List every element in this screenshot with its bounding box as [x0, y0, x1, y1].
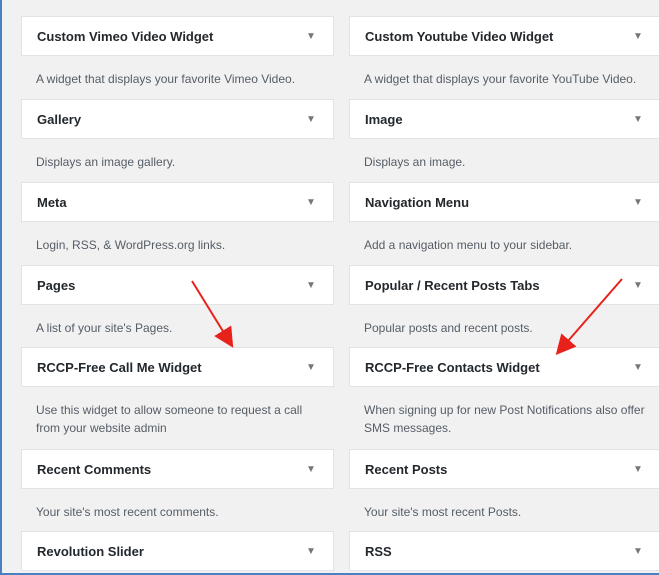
widget-description: Your site's most recent comments.	[36, 505, 219, 519]
widget-title-bar[interactable]: Custom Youtube Video Widget ▼	[349, 16, 659, 56]
widget-title-bar[interactable]: Recent Posts ▼	[349, 449, 659, 489]
chevron-down-icon[interactable]: ▼	[301, 362, 321, 373]
widget-description: A widget that displays your favorite You…	[364, 72, 637, 86]
chevron-down-icon[interactable]: ▼	[301, 280, 321, 291]
widget-panel: Custom Vimeo Video Widget ▼ A widget tha…	[0, 0, 659, 575]
chevron-down-icon[interactable]: ▼	[628, 197, 648, 208]
widget-description: Login, RSS, & WordPress.org links.	[36, 238, 226, 252]
widget-title-bar[interactable]: Recent Comments ▼	[21, 449, 334, 489]
widget-description: Popular posts and recent posts.	[364, 321, 533, 335]
widget-name: Revolution Slider	[37, 543, 144, 559]
chevron-down-icon[interactable]: ▼	[301, 197, 321, 208]
widget-title-bar[interactable]: Pages ▼	[21, 265, 334, 305]
widget-description: A list of your site's Pages.	[36, 321, 173, 335]
chevron-down-icon[interactable]: ▼	[628, 280, 648, 291]
widget-description: Displays an image.	[364, 155, 466, 169]
widget-description: Your site's most recent Posts.	[364, 505, 522, 519]
chevron-down-icon[interactable]: ▼	[628, 464, 648, 475]
widget-name: Recent Posts	[365, 461, 448, 477]
widget-description: When signing up for new Post Notificatio…	[364, 403, 645, 435]
chevron-down-icon[interactable]: ▼	[301, 546, 321, 557]
chevron-down-icon[interactable]: ▼	[301, 464, 321, 475]
widget-description: Add a navigation menu to your sidebar.	[364, 238, 573, 252]
widget-name: RCCP-Free Call Me Widget	[37, 359, 202, 375]
widget-name: Gallery	[37, 111, 82, 127]
chevron-down-icon[interactable]: ▼	[301, 114, 321, 125]
widget-title-bar[interactable]: RCCP-Free Call Me Widget ▼	[21, 347, 334, 387]
widget-title-bar[interactable]: RCCP-Free Contacts Widget ▼	[349, 347, 659, 387]
chevron-down-icon[interactable]: ▼	[628, 546, 648, 557]
widget-title-bar[interactable]: RSS ▼	[349, 531, 659, 571]
chevron-down-icon[interactable]: ▼	[301, 31, 321, 42]
widget-title-bar[interactable]: Meta ▼	[21, 182, 334, 222]
chevron-down-icon[interactable]: ▼	[628, 31, 648, 42]
widget-description: Use this widget to allow someone to requ…	[36, 403, 303, 435]
widget-name: RCCP-Free Contacts Widget	[365, 359, 540, 375]
widget-name: Image	[365, 111, 403, 127]
widget-name: Custom Youtube Video Widget	[365, 28, 554, 44]
widget-name: Recent Comments	[37, 461, 152, 477]
widget-title-bar[interactable]: Gallery ▼	[21, 99, 334, 139]
widget-title-bar[interactable]: Custom Vimeo Video Widget ▼	[21, 16, 334, 56]
widget-title-bar[interactable]: Revolution Slider ▼	[21, 531, 334, 571]
widget-title-bar[interactable]: Image ▼	[349, 99, 659, 139]
chevron-down-icon[interactable]: ▼	[628, 114, 648, 125]
widget-description: A widget that displays your favorite Vim…	[36, 72, 296, 86]
widget-name: Pages	[37, 277, 76, 293]
widget-description: Displays an image gallery.	[36, 155, 176, 169]
widget-title-bar[interactable]: Navigation Menu ▼	[349, 182, 659, 222]
chevron-down-icon[interactable]: ▼	[628, 362, 648, 373]
widget-name: Custom Vimeo Video Widget	[37, 28, 214, 44]
widget-name: Navigation Menu	[365, 194, 470, 210]
widget-title-bar[interactable]: Popular / Recent Posts Tabs ▼	[349, 265, 659, 305]
widget-name: RSS	[365, 543, 392, 559]
widget-name: Meta	[37, 194, 67, 210]
widget-name: Popular / Recent Posts Tabs	[365, 277, 540, 293]
